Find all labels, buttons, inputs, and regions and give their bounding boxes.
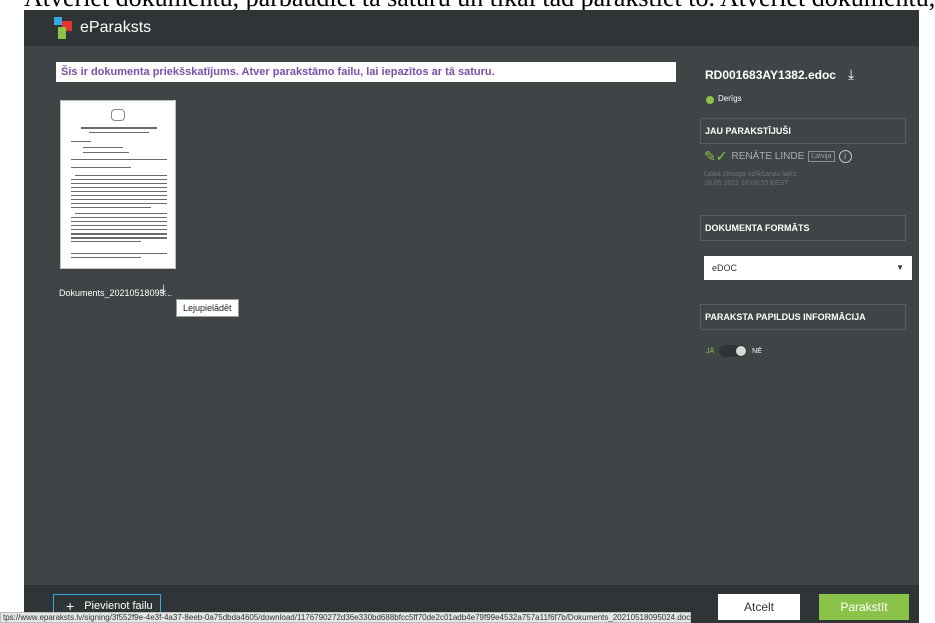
- page-caption: Atveriet dokumentu, pārbaudiet tā saturu…: [0, 0, 935, 10]
- app-header: eParaksts: [24, 10, 919, 46]
- document-thumbnail[interactable]: [60, 100, 176, 269]
- extra-info-toggle[interactable]: [719, 345, 748, 357]
- eparaksts-app: eParaksts Šis ir dokumenta priekšskatīju…: [24, 10, 919, 623]
- toggle-yes-label: JĀ: [706, 347, 715, 355]
- document-filename[interactable]: Dokuments_20210518095...: [59, 288, 172, 298]
- timestamp: Laika zīmoga uzlikšanas laiks: 18.05.202…: [704, 170, 798, 188]
- container-download-icon[interactable]: ⤓: [848, 66, 854, 83]
- signed-check-icon: ✎✓: [704, 148, 728, 164]
- signature-sidebar: RD001683AY1382.edoc ⤓ Derīgs JAU PARAKST…: [700, 46, 919, 596]
- validity-status: Derīgs: [718, 94, 742, 103]
- extra-info-toggle-row: JĀ NĒ: [706, 345, 762, 357]
- chevron-down-icon: ▼: [896, 263, 904, 272]
- sign-button[interactable]: Parakstīt: [819, 594, 909, 620]
- info-icon[interactable]: i: [838, 150, 852, 163]
- format-select-value: eDOC: [712, 263, 738, 273]
- format-select[interactable]: eDOC ▼: [704, 256, 912, 280]
- eparaksts-logo-icon: [54, 17, 72, 39]
- extra-info-section-heading: PARAKSTA PAPILDUS INFORMĀCIJA: [700, 304, 906, 330]
- toggle-no-label: NĒ: [752, 347, 762, 355]
- valid-status-dot-icon: [706, 96, 714, 104]
- container-filename: RD001683AY1382.edoc: [705, 68, 836, 82]
- preview-notice: Šis ir dokumenta priekšskatījums. Atver …: [56, 62, 676, 82]
- signer-name: RENĀTE LINDE: [731, 151, 805, 162]
- add-file-label: Pievienot failu: [84, 600, 153, 612]
- logo[interactable]: eParaksts: [54, 17, 151, 39]
- timestamp-value: 18.05.2021 10:00:55 EEST: [704, 180, 789, 187]
- crest-icon: [111, 109, 125, 121]
- format-section-heading: DOKUMENTA FORMĀTS: [700, 215, 906, 241]
- app-title: eParaksts: [80, 19, 152, 36]
- signer-country: Latvija: [808, 151, 835, 162]
- cancel-button[interactable]: Atcelt: [718, 594, 800, 620]
- timestamp-label: Laika zīmoga uzlikšanas laiks:: [704, 171, 799, 178]
- signed-section-heading: JAU PARAKSTĪJUŠI: [700, 118, 906, 144]
- signer-row: ✎✓ RENĀTE LINDE Latvija i: [704, 148, 852, 165]
- browser-status-url: tps://www.eparaksts.lv/signing/3f552f9e-…: [0, 612, 692, 623]
- download-tooltip: Lejupielādēt: [176, 299, 239, 317]
- download-icon[interactable]: ⤓: [161, 282, 166, 297]
